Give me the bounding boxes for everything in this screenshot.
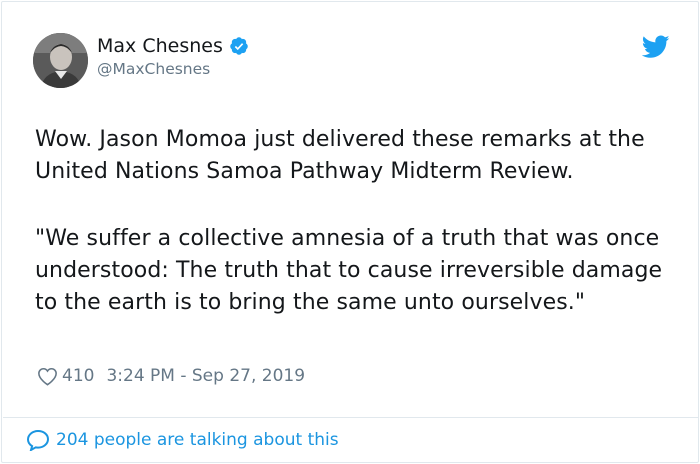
talking-link[interactable]: 204 people are talking about this <box>26 429 339 451</box>
like-count[interactable]: 410 <box>62 366 94 386</box>
tweet-paragraph: "We suffer a collective amnesia of a tru… <box>35 226 663 315</box>
tweet-card: Max Chesnes @MaxChesnes Wow. Jason Momoa… <box>1 1 699 463</box>
divider <box>3 417 699 418</box>
tweet-paragraph: Wow. Jason Momoa just delivered these re… <box>35 127 645 184</box>
avatar[interactable] <box>33 33 88 88</box>
speech-bubble-icon <box>26 429 50 451</box>
heart-icon[interactable] <box>37 367 58 386</box>
tweet-timestamp[interactable]: 3:24 PM - Sep 27, 2019 <box>106 366 305 386</box>
talking-label[interactable]: 204 people are talking about this <box>56 430 339 450</box>
tweet-text: Wow. Jason Momoa just delivered these re… <box>35 124 685 319</box>
author-name[interactable]: Max Chesnes <box>97 34 223 58</box>
author-handle[interactable]: @MaxChesnes <box>97 60 210 78</box>
avatar-image <box>33 33 88 88</box>
twitter-bird-icon[interactable] <box>642 35 670 59</box>
author-name-row: Max Chesnes <box>97 34 249 58</box>
verified-badge-icon <box>230 37 248 55</box>
tweet-meta: 410 3:24 PM - Sep 27, 2019 <box>37 366 305 386</box>
